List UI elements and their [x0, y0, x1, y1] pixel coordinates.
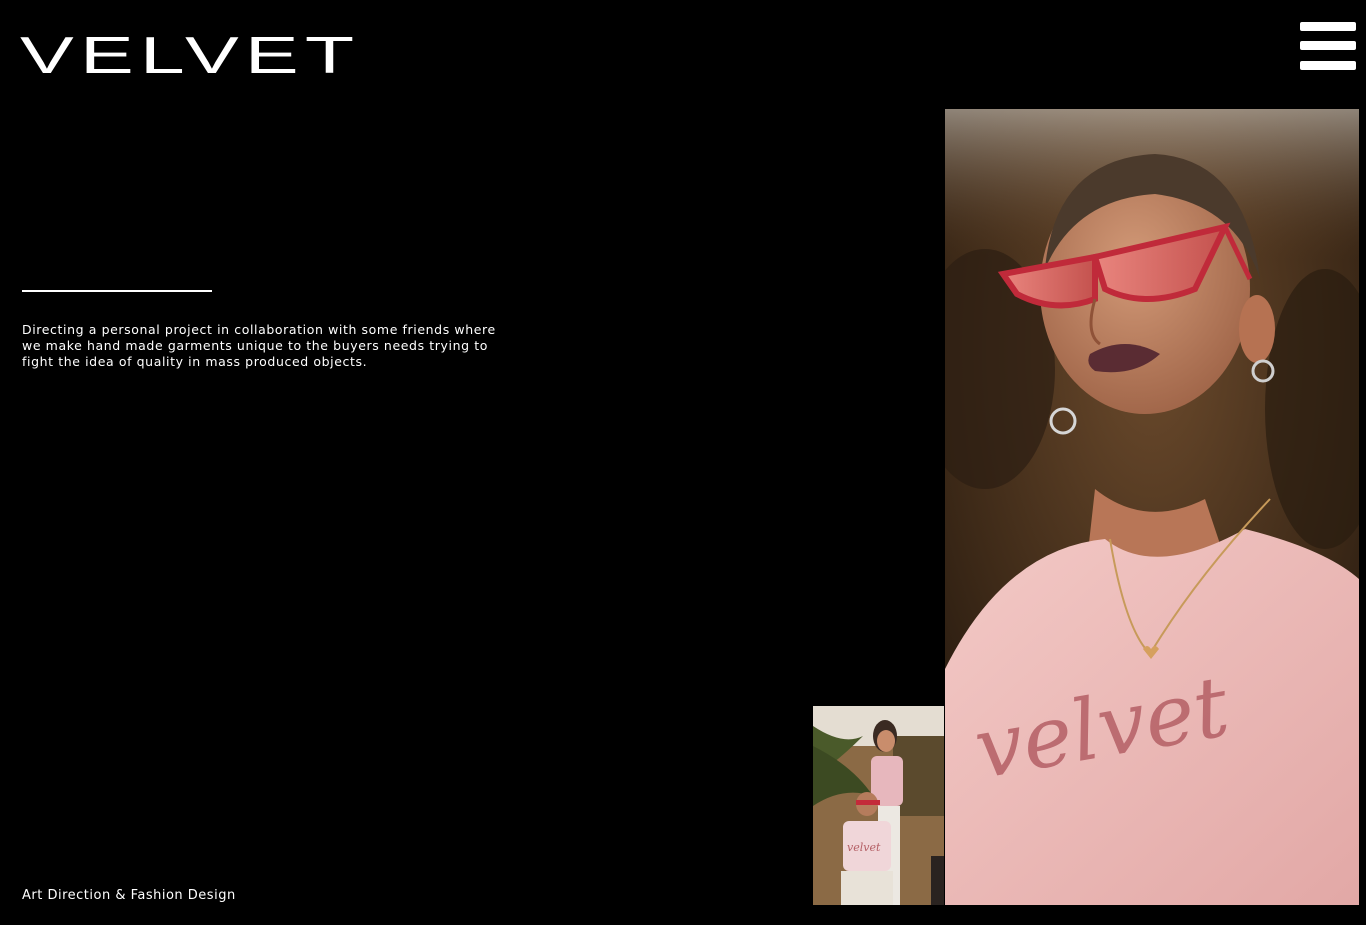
- hamburger-menu-icon[interactable]: [1300, 22, 1356, 70]
- project-category-label: Art Direction & Fashion Design: [22, 888, 236, 903]
- page: VELVET Directing a personal project in c…: [0, 0, 1366, 925]
- divider-line: [22, 290, 212, 292]
- menu-bar-top: [1300, 22, 1356, 31]
- secondary-photo[interactable]: velvet: [813, 706, 944, 905]
- site-logo[interactable]: VELVET: [20, 30, 360, 82]
- menu-bar-bottom: [1300, 61, 1356, 70]
- project-description: Directing a personal project in collabor…: [22, 322, 496, 369]
- svg-text:velvet: velvet: [847, 841, 881, 854]
- main-photo[interactable]: velvet: [945, 109, 1359, 905]
- menu-bar-middle: [1300, 41, 1356, 50]
